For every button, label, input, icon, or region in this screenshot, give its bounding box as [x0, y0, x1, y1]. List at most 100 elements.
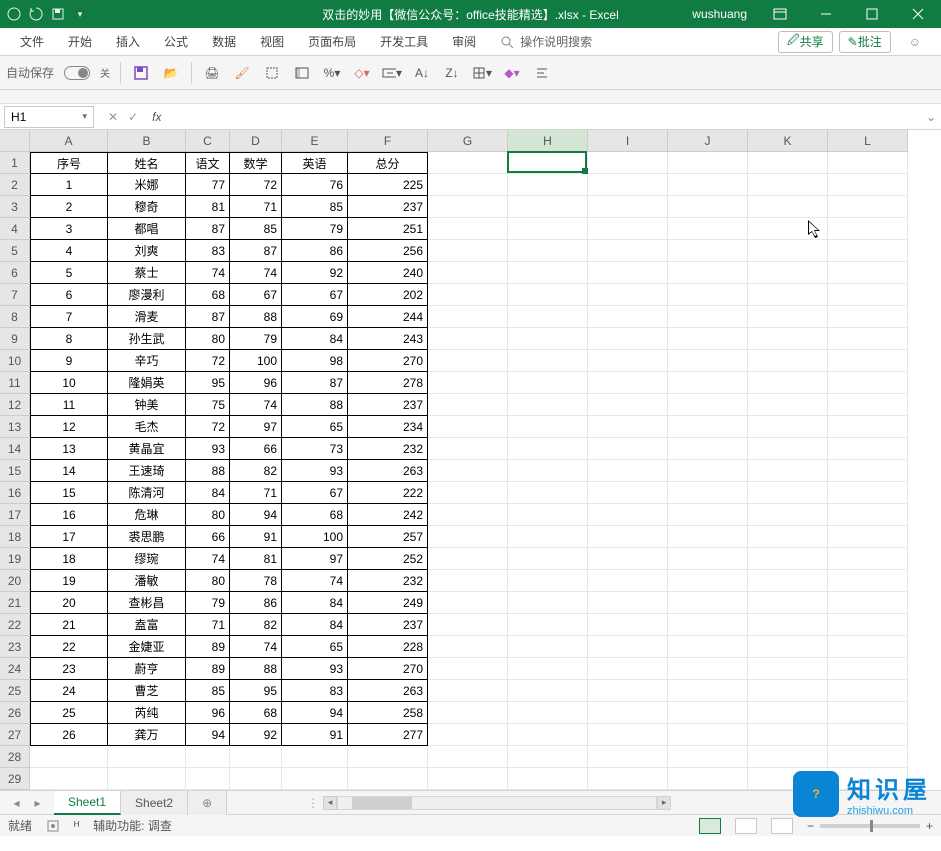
- empty-cell[interactable]: [828, 592, 908, 614]
- empty-cell[interactable]: [30, 768, 108, 790]
- ribbon-tab[interactable]: 文件: [8, 28, 56, 56]
- empty-cell[interactable]: [748, 614, 828, 636]
- table-cell[interactable]: 26: [30, 724, 108, 746]
- table-cell[interactable]: 82: [230, 460, 282, 482]
- table-cell[interactable]: 22: [30, 636, 108, 658]
- table-cell[interactable]: 24: [30, 680, 108, 702]
- empty-cell[interactable]: [828, 218, 908, 240]
- table-cell[interactable]: 79: [230, 328, 282, 350]
- table-cell[interactable]: 王速琦: [108, 460, 186, 482]
- row-header[interactable]: 24: [0, 658, 30, 680]
- table-cell[interactable]: 80: [186, 570, 230, 592]
- ribbon-tab[interactable]: 插入: [104, 28, 152, 56]
- table-cell[interactable]: 94: [282, 702, 348, 724]
- row-header[interactable]: 8: [0, 306, 30, 328]
- row-header[interactable]: 15: [0, 460, 30, 482]
- empty-cell[interactable]: [668, 680, 748, 702]
- empty-cell[interactable]: [828, 570, 908, 592]
- table-cell[interactable]: 3: [30, 218, 108, 240]
- empty-cell[interactable]: [588, 504, 668, 526]
- table-cell[interactable]: 94: [230, 504, 282, 526]
- table-cell[interactable]: 74: [186, 548, 230, 570]
- empty-cell[interactable]: [748, 460, 828, 482]
- empty-cell[interactable]: [588, 174, 668, 196]
- table-cell[interactable]: 228: [348, 636, 428, 658]
- clear-icon[interactable]: ◇▾: [352, 63, 372, 83]
- table-cell[interactable]: 盍富: [108, 614, 186, 636]
- ribbon-tab[interactable]: 公式: [152, 28, 200, 56]
- table-cell[interactable]: 缪琬: [108, 548, 186, 570]
- table-cell[interactable]: 93: [282, 460, 348, 482]
- table-cell[interactable]: 240: [348, 262, 428, 284]
- empty-cell[interactable]: [508, 394, 588, 416]
- table-cell[interactable]: 87: [186, 306, 230, 328]
- table-cell[interactable]: 79: [186, 592, 230, 614]
- table-cell[interactable]: 87: [186, 218, 230, 240]
- table-cell[interactable]: 刘爽: [108, 240, 186, 262]
- empty-cell[interactable]: [428, 526, 508, 548]
- empty-cell[interactable]: [748, 724, 828, 746]
- table-cell[interactable]: 黄晶宜: [108, 438, 186, 460]
- empty-cell[interactable]: [668, 284, 748, 306]
- row-header[interactable]: 1: [0, 152, 30, 174]
- empty-cell[interactable]: [508, 702, 588, 724]
- table-cell[interactable]: 65: [282, 636, 348, 658]
- table-cell[interactable]: 5: [30, 262, 108, 284]
- empty-cell[interactable]: [588, 306, 668, 328]
- empty-cell[interactable]: [828, 548, 908, 570]
- sheet-tab[interactable]: Sheet2: [121, 791, 188, 815]
- table-cell[interactable]: 100: [282, 526, 348, 548]
- empty-cell[interactable]: [828, 438, 908, 460]
- table-cell[interactable]: 81: [230, 548, 282, 570]
- empty-cell[interactable]: [428, 218, 508, 240]
- table-cell[interactable]: 85: [282, 196, 348, 218]
- ribbon-display-icon[interactable]: [757, 0, 803, 28]
- comment-button[interactable]: ✎ 批注: [839, 31, 891, 53]
- empty-cell[interactable]: [828, 284, 908, 306]
- empty-cell[interactable]: [748, 592, 828, 614]
- empty-cell[interactable]: [588, 350, 668, 372]
- table-cell[interactable]: 68: [230, 702, 282, 724]
- empty-cell[interactable]: [748, 746, 828, 768]
- chevron-down-icon[interactable]: ▾: [82, 111, 87, 122]
- table-cell[interactable]: 237: [348, 614, 428, 636]
- empty-cell[interactable]: [428, 746, 508, 768]
- table-cell[interactable]: 80: [186, 504, 230, 526]
- empty-cell[interactable]: [828, 416, 908, 438]
- empty-cell[interactable]: [508, 482, 588, 504]
- table-cell[interactable]: 225: [348, 174, 428, 196]
- row-header[interactable]: 3: [0, 196, 30, 218]
- save-icon[interactable]: [131, 63, 151, 83]
- table-cell[interactable]: 88: [230, 658, 282, 680]
- empty-cell[interactable]: [828, 328, 908, 350]
- table-cell[interactable]: 67: [282, 284, 348, 306]
- format-painter-icon[interactable]: 🖌: [232, 63, 252, 83]
- empty-cell[interactable]: [668, 262, 748, 284]
- table-cell[interactable]: 金婕亚: [108, 636, 186, 658]
- empty-cell[interactable]: [668, 592, 748, 614]
- table-cell[interactable]: 米娜: [108, 174, 186, 196]
- enter-formula-icon[interactable]: ✓: [128, 110, 138, 124]
- table-cell[interactable]: 74: [282, 570, 348, 592]
- table-cell[interactable]: 234: [348, 416, 428, 438]
- formula-input[interactable]: [167, 106, 921, 128]
- table-cell[interactable]: 75: [186, 394, 230, 416]
- table-cell[interactable]: 88: [186, 460, 230, 482]
- empty-cell[interactable]: [348, 746, 428, 768]
- row-header[interactable]: 28: [0, 746, 30, 768]
- table-header-cell[interactable]: 英语: [282, 152, 348, 174]
- empty-cell[interactable]: [428, 152, 508, 174]
- empty-cell[interactable]: [428, 636, 508, 658]
- table-cell[interactable]: 蔡士: [108, 262, 186, 284]
- table-cell[interactable]: 263: [348, 460, 428, 482]
- table-cell[interactable]: 陈清河: [108, 482, 186, 504]
- empty-cell[interactable]: [668, 768, 748, 790]
- empty-cell[interactable]: [230, 746, 282, 768]
- table-cell[interactable]: 85: [230, 218, 282, 240]
- row-header[interactable]: 14: [0, 438, 30, 460]
- table-cell[interactable]: 14: [30, 460, 108, 482]
- empty-cell[interactable]: [828, 746, 908, 768]
- empty-cell[interactable]: [668, 702, 748, 724]
- table-cell[interactable]: 68: [186, 284, 230, 306]
- table-cell[interactable]: 86: [230, 592, 282, 614]
